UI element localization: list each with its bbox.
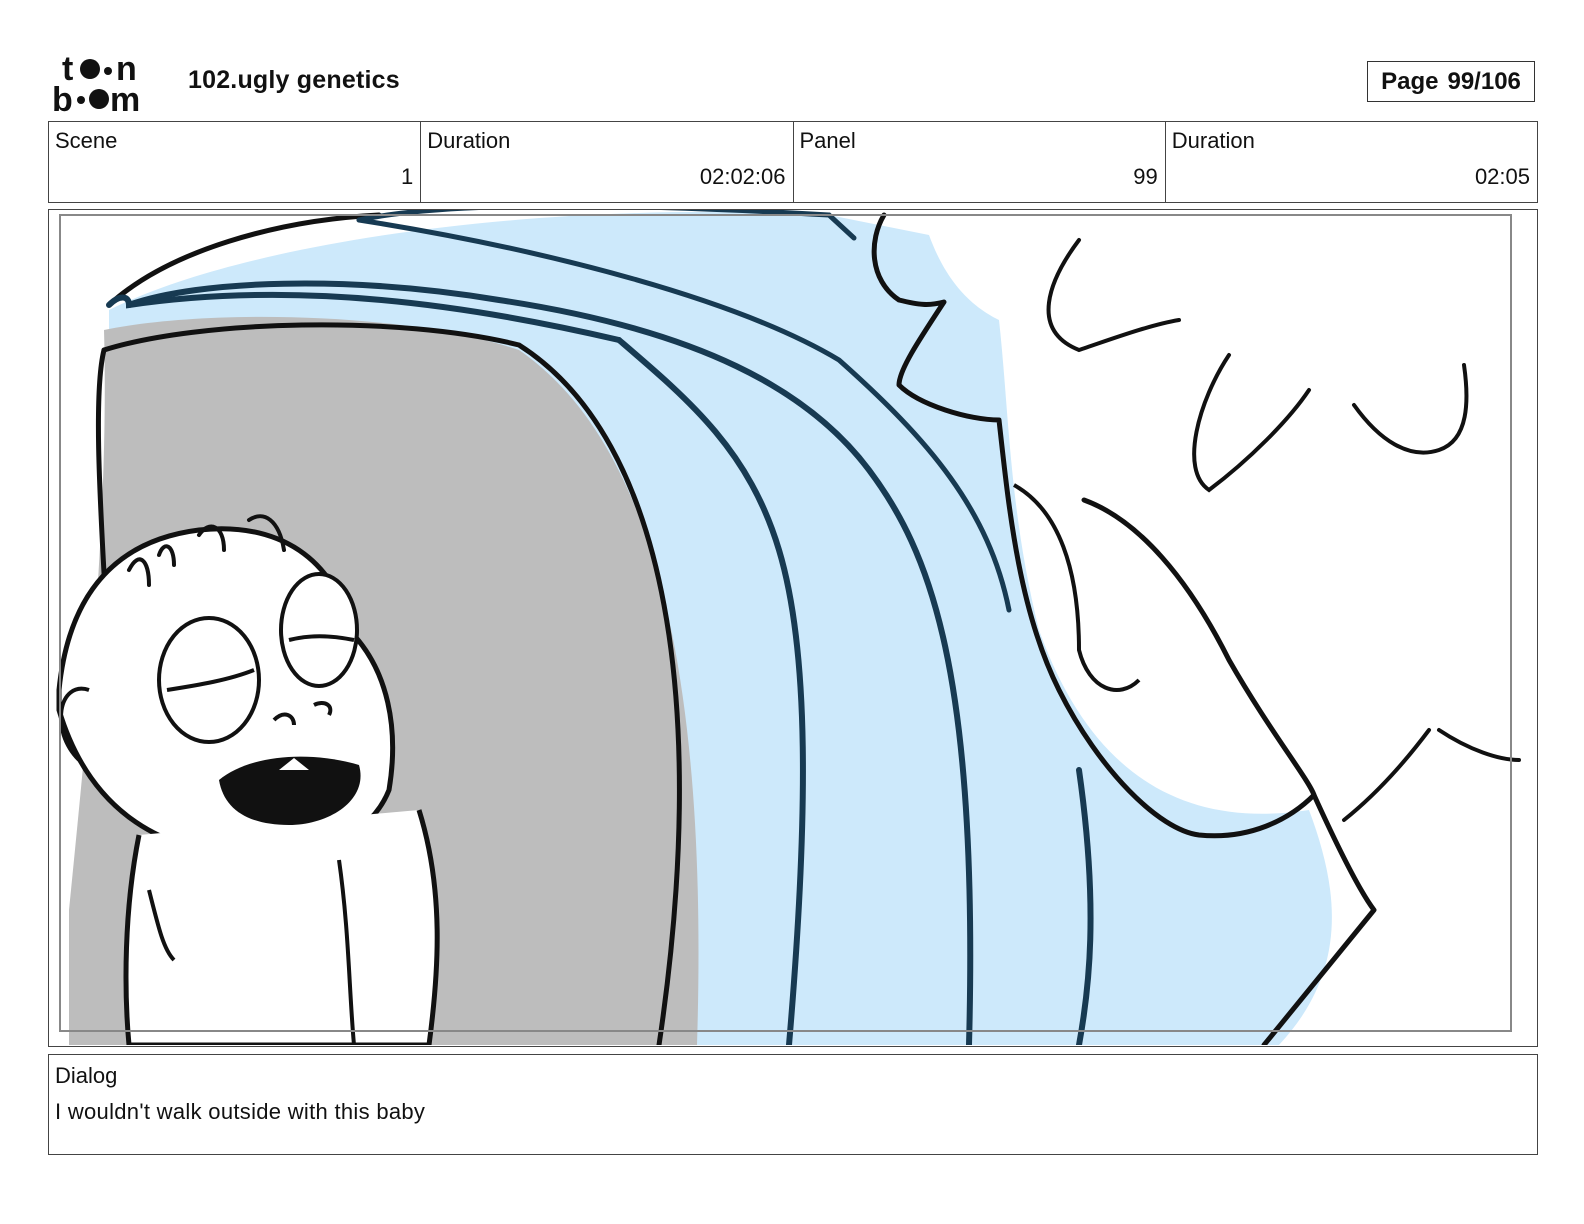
panel-cell: Panel 99 [794,122,1166,202]
project-title: 102.ugly genetics [188,66,400,94]
toon-boom-logo: t n b m [52,50,140,114]
scene-duration-label: Duration [427,128,511,153]
scene-value: 1 [401,164,414,189]
panel-duration-cell: Duration 02:05 [1166,122,1537,202]
svg-text:m: m [110,81,140,114]
panel-duration-label: Duration [1171,128,1255,153]
panel-info-row: Scene 1 Duration 02:02:06 Panel 99 Durat… [48,121,1538,203]
storyboard-panel [48,209,1538,1047]
scene-duration-value: 02:02:06 [699,164,786,189]
dialog-box: Dialog I wouldn't walk outside with this… [48,1054,1538,1155]
scene-cell: Scene 1 [49,122,422,202]
page-label: Page [1381,67,1439,95]
scene-duration-cell: Duration 02:02:06 [421,122,794,202]
panel-value: 99 [1133,164,1158,189]
dialog-text: I wouldn't walk outside with this baby [55,1099,426,1124]
scene-label: Scene [55,128,118,153]
page-value: 99/106 [1447,67,1521,95]
dialog-label: Dialog [55,1063,118,1088]
storyboard-sketch [49,210,1536,1045]
page-indicator: Page 99/106 [1367,61,1535,102]
panel-label: Panel [799,128,856,153]
panel-duration-value: 02:05 [1474,164,1530,189]
svg-text:b: b [52,81,73,114]
